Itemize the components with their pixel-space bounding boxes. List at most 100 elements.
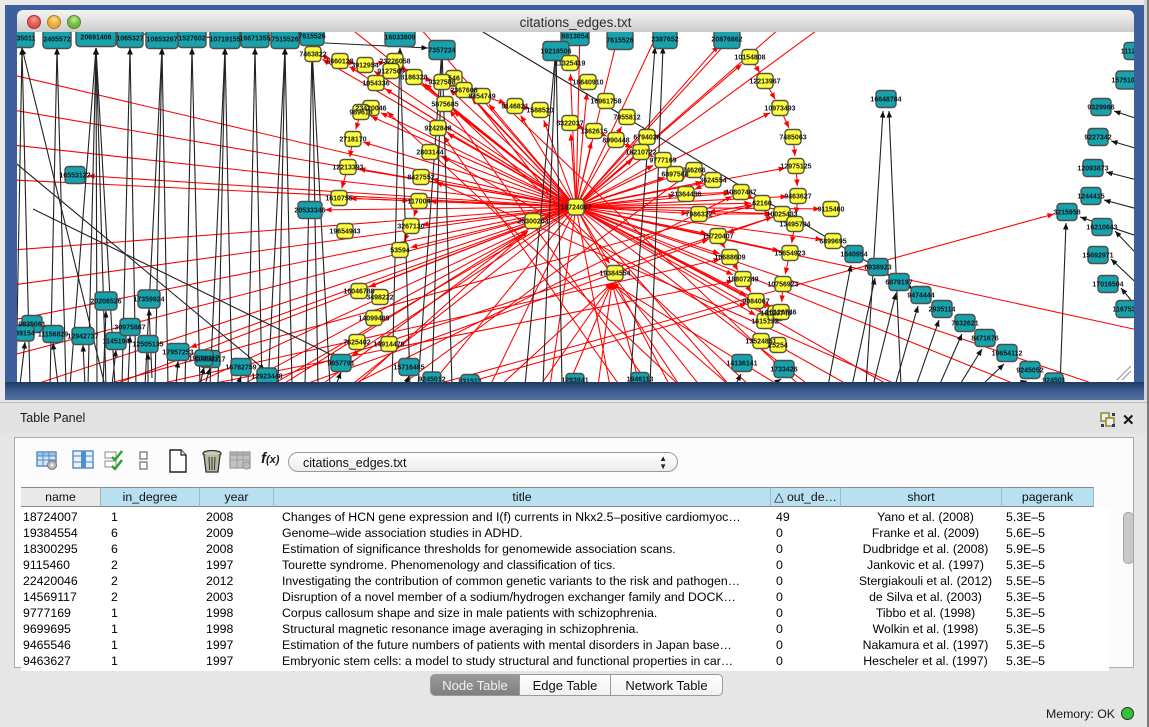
svg-text:23226058: 23226058: [379, 59, 410, 66]
svg-text:8990448: 8990448: [602, 138, 629, 145]
svg-text:746266: 746266: [682, 168, 705, 175]
svg-text:14914479: 14914479: [373, 342, 404, 349]
svg-text:18724007: 18724007: [560, 205, 591, 212]
svg-text:8135011: 8135011: [17, 36, 36, 43]
svg-text:12213393: 12213393: [332, 165, 363, 172]
svg-text:10653267: 10653267: [146, 37, 177, 44]
svg-text:7615526: 7615526: [298, 34, 325, 41]
svg-text:2718170: 2718170: [339, 137, 366, 144]
svg-text:7515526: 7515526: [271, 37, 298, 44]
svg-text:17016504: 17016504: [1092, 282, 1123, 289]
svg-text:15751074: 15751074: [1111, 78, 1134, 85]
svg-text:7485063: 7485063: [779, 135, 806, 142]
svg-text:9777169: 9777169: [649, 158, 676, 165]
svg-text:1112841: 1112841: [1121, 49, 1134, 56]
svg-text:53594: 53594: [390, 248, 410, 255]
svg-text:10654112: 10654112: [992, 351, 1023, 358]
svg-text:10688609: 10688609: [714, 255, 745, 262]
svg-text:2803144: 2803144: [416, 150, 443, 157]
svg-text:1588520: 1588520: [526, 108, 553, 115]
svg-text:9245052: 9245052: [1016, 368, 1043, 375]
svg-text:7955812: 7955812: [613, 115, 640, 122]
svg-text:1283941: 1283941: [561, 378, 588, 383]
svg-text:16120746: 16120746: [765, 310, 796, 317]
svg-text:25300203: 25300203: [517, 219, 548, 226]
svg-text:9146821: 9146821: [501, 104, 528, 111]
svg-text:2405572: 2405572: [43, 37, 70, 44]
svg-text:3498222: 3498222: [366, 295, 393, 302]
svg-text:6322037: 6322037: [556, 121, 583, 128]
svg-text:9115460: 9115460: [818, 207, 845, 214]
svg-text:989618: 989618: [349, 110, 372, 117]
svg-text:8938923: 8938923: [864, 265, 891, 272]
svg-text:1610755: 1610755: [325, 196, 352, 203]
svg-text:16648784: 16648784: [870, 97, 901, 104]
svg-text:20206526: 20206526: [90, 299, 121, 306]
svg-text:10719155: 10719155: [209, 37, 240, 44]
svg-text:9463627: 9463627: [784, 194, 811, 201]
svg-text:12923448: 12923448: [251, 374, 282, 381]
svg-text:6794028: 6794028: [633, 135, 660, 142]
svg-text:3267130: 3267130: [397, 224, 424, 231]
svg-text:39154: 39154: [17, 331, 35, 338]
svg-text:1054336: 1054336: [362, 81, 389, 88]
svg-text:30975887: 30975887: [114, 325, 145, 332]
svg-text:9657791: 9657791: [327, 361, 354, 368]
svg-text:3215958: 3215958: [1053, 210, 1080, 217]
svg-text:7463822: 7463822: [299, 52, 326, 59]
svg-text:16210643: 16210643: [1086, 225, 1117, 232]
svg-text:16961758: 16961758: [590, 99, 621, 106]
svg-text:16210722: 16210722: [625, 150, 656, 157]
svg-text:1527602: 1527602: [178, 36, 205, 43]
svg-text:19654943: 19654943: [329, 229, 360, 236]
svg-text:20691406: 20691406: [80, 35, 111, 42]
svg-text:10973493: 10973493: [764, 106, 795, 113]
svg-text:1615132: 1615132: [751, 319, 778, 326]
svg-text:7625402: 7625402: [343, 340, 370, 347]
svg-text:15654923: 15654923: [774, 251, 805, 258]
svg-text:8471676: 8471676: [971, 336, 998, 343]
svg-text:11325419: 11325419: [555, 61, 586, 68]
svg-text:1362615: 1362615: [580, 129, 607, 136]
svg-text:3912954: 3912954: [351, 63, 378, 70]
svg-text:7357224: 7357224: [428, 48, 455, 55]
svg-text:16671355: 16671355: [239, 36, 270, 43]
svg-text:15692971: 15692971: [1082, 253, 1113, 260]
svg-text:25254: 25254: [768, 343, 788, 350]
svg-text:17359924: 17359924: [133, 297, 164, 304]
svg-text:14099489: 14099489: [358, 316, 389, 323]
svg-text:8660128: 8660128: [326, 59, 353, 66]
svg-text:9084067: 9084067: [742, 299, 769, 306]
svg-text:11156829: 11156829: [38, 332, 68, 339]
svg-text:10025433: 10025433: [766, 212, 797, 219]
svg-text:20876862: 20876862: [711, 37, 742, 44]
svg-text:9474444: 9474444: [907, 293, 934, 300]
svg-text:12093873: 12093873: [1077, 166, 1108, 173]
svg-text:6879197: 6879197: [885, 280, 912, 287]
svg-text:12942737: 12942737: [67, 334, 98, 341]
svg-text:8427552: 8427552: [407, 175, 434, 182]
svg-text:831513: 831513: [458, 379, 481, 383]
svg-text:19538117: 19538117: [189, 356, 220, 363]
svg-text:7632621: 7632621: [951, 321, 978, 328]
svg-text:10154808: 10154808: [734, 55, 765, 62]
svg-text:3624554: 3624554: [699, 178, 726, 185]
svg-text:18807249: 18807249: [727, 277, 758, 284]
svg-text:19384554: 19384554: [599, 271, 630, 278]
svg-text:117004: 117004: [408, 199, 431, 206]
svg-text:5875685: 5875685: [431, 102, 458, 109]
svg-text:9245012: 9245012: [418, 377, 445, 383]
svg-text:12213967: 12213967: [749, 79, 780, 86]
svg-text:1244415: 1244415: [1077, 194, 1104, 201]
svg-text:21364436: 21364436: [670, 192, 701, 199]
svg-text:14136141: 14136141: [726, 361, 757, 368]
svg-text:15720407: 15720407: [702, 234, 733, 241]
svg-text:62160: 62160: [752, 201, 772, 208]
svg-text:15716485: 15716485: [393, 365, 424, 372]
svg-text:9242848: 9242848: [424, 126, 451, 133]
svg-text:8186328: 8186328: [400, 75, 427, 82]
svg-text:16033809: 16033809: [384, 35, 415, 42]
svg-text:9329966: 9329966: [1087, 105, 1114, 112]
svg-text:10807487: 10807487: [725, 190, 756, 197]
svg-text:19218506: 19218506: [540, 49, 571, 56]
